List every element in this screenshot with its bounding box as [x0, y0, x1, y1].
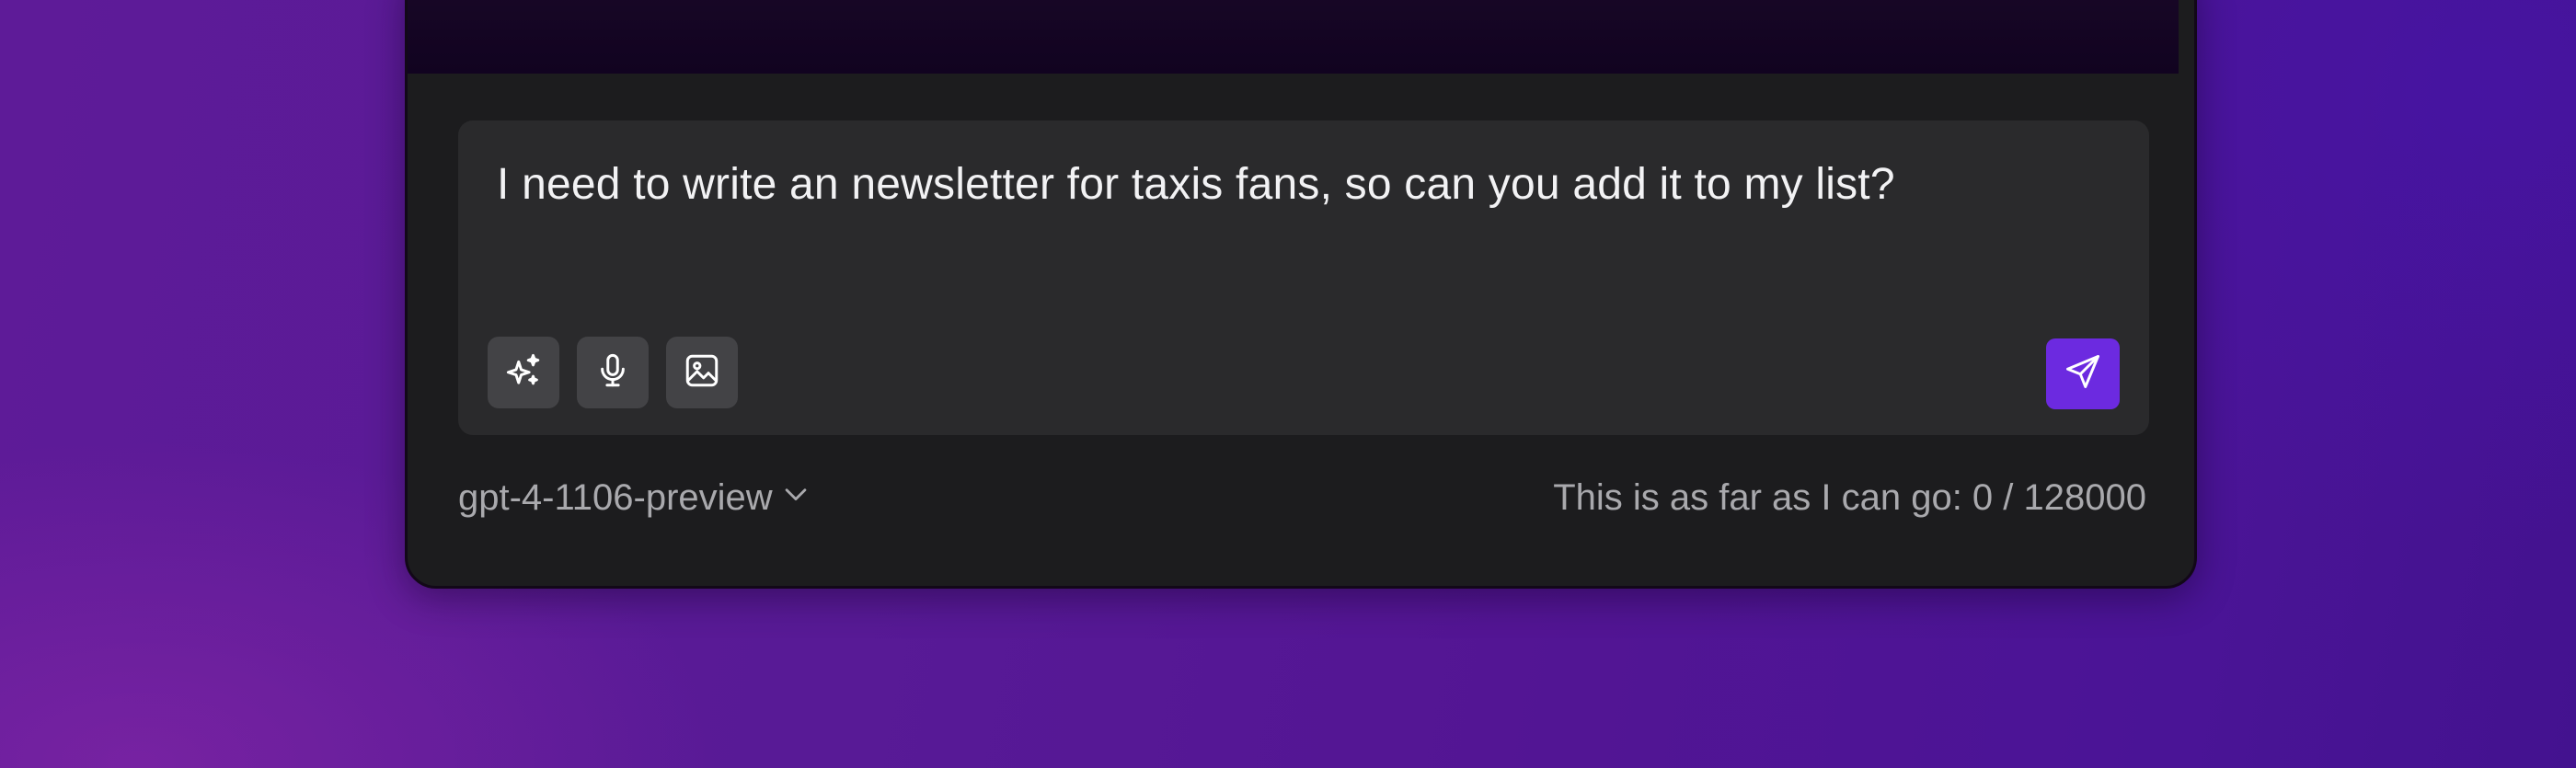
- composer-footer: gpt-4-1106-preview This is as far as I c…: [458, 470, 2146, 525]
- message-composer: I need to write an newsletter for taxis …: [458, 120, 2149, 435]
- message-input[interactable]: I need to write an newsletter for taxis …: [497, 157, 2110, 212]
- chat-window: I need to write an newsletter for taxis …: [405, 0, 2197, 589]
- microphone-icon: [593, 351, 632, 395]
- magic-prompt-button[interactable]: [488, 337, 559, 408]
- image-icon: [683, 351, 721, 395]
- send-button[interactable]: [2046, 338, 2120, 409]
- message-history-area: [408, 0, 2179, 74]
- send-icon: [2063, 351, 2103, 396]
- token-counter: This is as far as I can go: 0 / 128000: [1553, 476, 2146, 518]
- model-selector[interactable]: gpt-4-1106-preview: [458, 476, 811, 519]
- image-upload-button[interactable]: [666, 337, 738, 408]
- chevron-down-icon: [780, 476, 811, 519]
- sparkles-icon: [504, 351, 543, 395]
- voice-input-button[interactable]: [577, 337, 649, 408]
- model-name: gpt-4-1106-preview: [458, 476, 773, 518]
